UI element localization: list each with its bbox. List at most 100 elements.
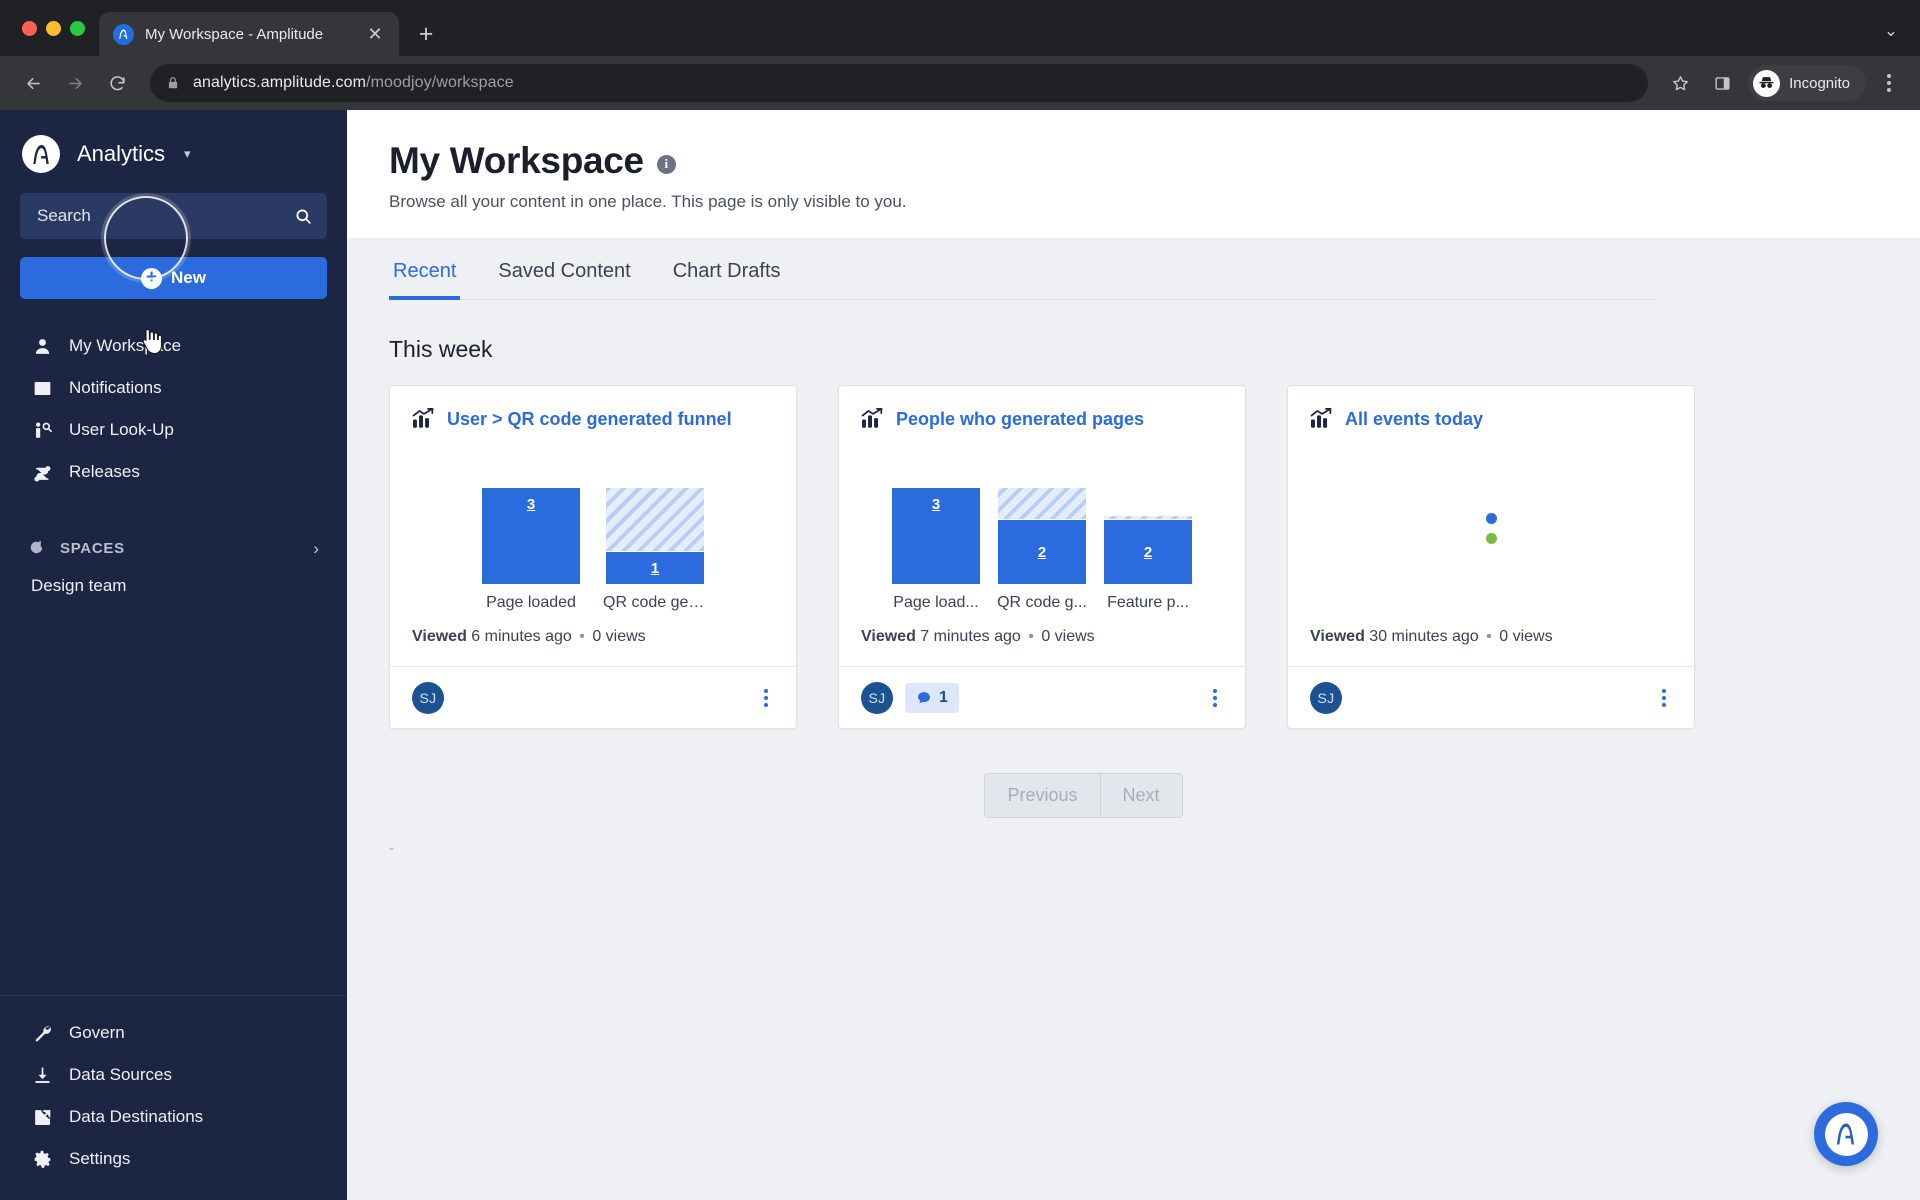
incognito-profile-button[interactable]: Incognito [1748,65,1866,101]
tab-recent[interactable]: Recent [389,260,461,300]
tab-chart-drafts[interactable]: Chart Drafts [669,260,785,300]
funnel-bar-fill: 1 [606,552,704,584]
search-icon[interactable] [294,207,313,226]
help-fab-button[interactable] [1814,1102,1878,1166]
card-footer-left: SJ 1 [861,681,959,714]
sidebar-item-govern[interactable]: Govern [0,1012,347,1054]
previous-button[interactable]: Previous [985,774,1100,817]
close-icon[interactable]: ✕ [363,22,387,46]
side-panel-icon[interactable] [1704,65,1740,101]
star-icon[interactable] [1662,65,1698,101]
card-footer: SJ [390,666,796,728]
reload-icon[interactable] [98,64,136,102]
avatar[interactable]: SJ [412,681,444,714]
inbox-icon [31,377,53,399]
sidebar-item-settings[interactable]: Settings [0,1138,347,1180]
sidebar-nav: My Workspace Notifications User Look-Up [0,325,347,493]
card-title[interactable]: All events today [1345,409,1483,430]
card-title[interactable]: People who generated pages [896,409,1144,430]
funnel-bar: 1 [606,488,704,584]
plus-icon[interactable]: + [409,17,443,51]
maximize-window-button[interactable] [70,20,85,36]
browser-tab-title: My Workspace - Amplitude [145,25,324,43]
card-footer-left: SJ [412,681,444,714]
viewed-time: 6 minutes ago [471,628,572,645]
chart-icon [1310,408,1332,428]
funnel-bar: 2 [998,488,1086,584]
meta-separator: • [1486,628,1492,645]
card-meta: Viewed 7 minutes ago • 0 views [861,612,1223,666]
funnel-bar-label: Feature p... [1107,594,1189,611]
sidebar-item-label: Govern [69,1023,125,1042]
funnel-bar-ghost [606,488,704,552]
three-dot-menu-icon[interactable] [1207,683,1223,713]
funnel-bar: 3 [482,488,580,584]
funnel-bar-label: QR code generat... [603,594,707,611]
next-button[interactable]: Next [1099,774,1182,817]
minimize-window-button[interactable] [46,20,61,36]
arrow-left-icon[interactable] [14,64,52,102]
card-title[interactable]: User > QR code generated funnel [447,409,732,430]
meta-separator: • [1028,628,1034,645]
chevron-right-icon[interactable]: › [313,539,319,559]
content-card[interactable]: All events today Viewed 30 minutes ago • [1287,385,1695,729]
three-dot-menu-icon[interactable] [1872,66,1906,100]
funnel-column: 2 QR code g... [997,488,1087,612]
funnel-column: 3 Page load... [892,488,980,612]
comment-count-badge[interactable]: 1 [905,682,959,713]
viewed-label: Viewed [412,628,467,645]
arrow-right-icon[interactable] [56,64,94,102]
search-placeholder: Search [37,206,91,225]
avatar[interactable]: SJ [1310,681,1342,714]
sidebar-item-my-workspace[interactable]: My Workspace [0,325,347,367]
sidebar-item-releases[interactable]: Releases [0,451,347,493]
tabs-wrapper: Recent Saved Content Chart Drafts [347,238,1920,300]
pagination: Previous Next [347,773,1920,818]
sidebar-item-notifications[interactable]: Notifications [0,367,347,409]
browser-window: My Workspace - Amplitude ✕ + ⌄ analytics… [0,0,1920,1200]
spaces-section-header[interactable]: SPACES › [0,521,347,564]
avatar[interactable]: SJ [861,681,893,714]
card-meta: Viewed 30 minutes ago • 0 views [1310,612,1672,666]
search-input[interactable]: Search [20,193,327,239]
url-host: analytics.amplitude.com [193,74,367,91]
content-card[interactable]: People who generated pages 3 Page load..… [838,385,1246,729]
chevron-down-icon[interactable]: ⌄ [1876,16,1906,46]
card-body: All events today Viewed 30 minutes ago • [1288,386,1694,666]
funnel-bars: 3 Page load... 2 QR code g... 2 Feature … [892,488,1192,612]
funnel-bar-value: 2 [1143,543,1153,561]
wrench-icon [31,1022,53,1044]
new-button[interactable]: + New [20,257,327,299]
info-icon[interactable]: i [656,154,676,174]
page-subtitle: Browse all your content in one place. Th… [389,192,907,211]
sidebar-item-label: My Workspace [69,336,182,355]
content-card[interactable]: User > QR code generated funnel 3 Page l… [389,385,797,729]
address-bar[interactable]: analytics.amplitude.com/moodjoy/workspac… [150,64,1649,102]
url-path: /moodjoy/workspace [366,74,514,91]
close-window-button[interactable] [22,20,37,36]
funnel-bar-fill: 2 [1104,520,1192,584]
card-body: User > QR code generated funnel 3 Page l… [390,386,796,666]
mouse-cursor [142,328,163,355]
releases-icon [31,461,53,483]
page-header: My Workspace i Browse all your content i… [347,110,1920,238]
brand-header[interactable]: Analytics ▾ [0,110,347,193]
tab-saved-content[interactable]: Saved Content [494,260,634,300]
sidebar-item-data-destinations[interactable]: Data Destinations [0,1096,347,1138]
person-search-icon [31,419,53,441]
browser-tab[interactable]: My Workspace - Amplitude ✕ [99,12,399,56]
funnel-bar-value: 3 [526,496,536,513]
new-button-label: New [171,268,206,287]
three-dot-menu-icon[interactable] [758,683,774,713]
sidebar-item-design-team[interactable]: Design team [0,564,347,608]
spaces-icon [28,539,47,558]
sidebar-item-data-sources[interactable]: Data Sources [0,1054,347,1096]
person-icon [31,335,53,357]
chevron-down-icon[interactable]: ▾ [184,146,191,162]
sidebar-item-user-look-up[interactable]: User Look-Up [0,409,347,451]
incognito-label: Incognito [1789,74,1850,92]
browser-tabstrip: My Workspace - Amplitude ✕ + ⌄ [0,0,1920,56]
three-dot-menu-icon[interactable] [1656,683,1672,713]
sidebar-item-label: Settings [69,1149,131,1168]
card-grid: User > QR code generated funnel 3 Page l… [347,363,1920,729]
